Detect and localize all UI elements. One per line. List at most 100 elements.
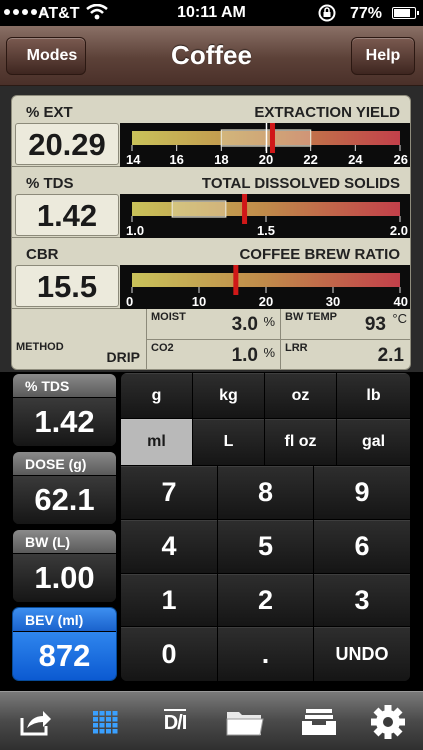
keypad: g kg oz lb ml L fl oz gal 7 8 9 4 5 6 1 …: [121, 373, 410, 681]
unit-key-lb[interactable]: lb: [337, 373, 410, 419]
files-button[interactable]: [210, 692, 280, 750]
navigation-bar: Modes Coffee Help: [0, 26, 423, 86]
co2-label: CO2: [151, 342, 174, 354]
moisture-cell[interactable]: MOIST 3.0 %: [147, 309, 281, 340]
readout-label: BEV (ml): [13, 608, 116, 632]
settings-button[interactable]: [353, 692, 423, 750]
rotation-lock-icon: [318, 4, 336, 22]
unit-key-l[interactable]: L: [193, 419, 265, 466]
extraction-yield-gauge: 14 16 18 20 22 24 26: [120, 123, 410, 167]
readout-label: DOSE (g): [13, 452, 116, 476]
meter-label: % TDS: [26, 175, 74, 192]
key-3[interactable]: 3: [314, 574, 410, 627]
gauge-tick-label: 18: [214, 152, 228, 167]
tds-readout[interactable]: % TDS 1.42: [12, 373, 117, 447]
battery-icon: [392, 7, 419, 19]
bottom-toolbar: D/I: [0, 691, 423, 750]
lrr-label: LRR: [285, 342, 308, 354]
readout-label: BW (L): [13, 530, 116, 554]
brew-ratio-meter: CBR COFFEE BREW RATIO 15.5 0 10 20 30 40: [12, 238, 410, 309]
undo-key[interactable]: UNDO: [314, 627, 410, 681]
method-cell[interactable]: METHOD DRIP: [12, 309, 147, 369]
help-button[interactable]: Help: [351, 37, 415, 75]
brew-water-temp-cell[interactable]: BW TEMP 93 °C: [281, 309, 410, 340]
share-icon: [20, 710, 51, 735]
key-5[interactable]: 5: [218, 520, 314, 574]
readout-value: 1.42: [13, 398, 116, 446]
meter-title: COFFEE BREW RATIO: [239, 246, 400, 263]
unit-key-g[interactable]: g: [121, 373, 193, 419]
gear-icon: [371, 704, 405, 739]
dose-readout[interactable]: DOSE (g) 62.1: [12, 451, 117, 525]
battery-percent: 77%: [350, 5, 383, 22]
unit-key-oz[interactable]: oz: [265, 373, 337, 419]
moisture-unit: %: [263, 314, 275, 329]
co2-unit: %: [263, 345, 275, 360]
brew-water-readout[interactable]: BW (L) 1.00: [12, 529, 117, 603]
folder-icon: [226, 711, 264, 735]
gauge-tick-label: 24: [348, 152, 363, 167]
brew-water-temp-value: 93: [364, 314, 386, 335]
unit-key-ml[interactable]: ml: [121, 419, 193, 466]
meter-label: CBR: [26, 246, 59, 263]
method-value: DRIP: [106, 349, 140, 365]
key-1[interactable]: 1: [121, 574, 218, 627]
meter-label: % EXT: [26, 104, 73, 121]
readout-value: 1.00: [13, 554, 116, 602]
meter-title: EXTRACTION YIELD: [254, 104, 400, 121]
beverage-readout[interactable]: BEV (ml) 872: [12, 607, 117, 681]
meter-title: TOTAL DISSOLVED SOLIDS: [201, 175, 400, 192]
gauge-tick-label: 10: [192, 294, 206, 309]
key-7[interactable]: 7: [121, 466, 218, 520]
unit-key-fl-oz[interactable]: fl oz: [265, 419, 337, 466]
di-icon: D/I: [163, 708, 187, 735]
share-button[interactable]: [1, 692, 71, 750]
extraction-yield-value: 20.29: [15, 123, 119, 165]
gauge-tick-label: 1.0: [126, 223, 144, 238]
tds-gauge: 1.0 1.5 2.0: [120, 194, 410, 238]
gauge-target-zone: [171, 200, 227, 218]
key-9[interactable]: 9: [314, 466, 410, 520]
key-4[interactable]: 4: [121, 520, 218, 574]
keypad-grid-icon: [93, 710, 118, 733]
brew-water-temp-unit: °C: [392, 311, 407, 326]
co2-value: 1.0: [231, 345, 258, 366]
moisture-value: 3.0: [231, 314, 258, 335]
gauge-tick-label: 26: [394, 152, 408, 167]
gauge-tick-label: 2.0: [390, 223, 408, 238]
gauge-tick-label: 30: [326, 294, 340, 309]
dose-ratio-button[interactable]: D/I: [140, 692, 210, 750]
co2-cell[interactable]: CO2 1.0 %: [147, 340, 281, 369]
gauge-tick-label: 1.5: [257, 223, 275, 238]
gauge-tick-label: 14: [126, 152, 141, 167]
key-2[interactable]: 2: [218, 574, 314, 627]
key-decimal[interactable]: .: [218, 627, 314, 681]
tds-meter: % TDS TOTAL DISSOLVED SOLIDS 1.42 1.0 1.5…: [12, 167, 410, 238]
gauge-tick-label: 0: [126, 294, 133, 309]
brew-water-temp-label: BW TEMP: [285, 311, 337, 323]
brew-ratio-value: 15.5: [15, 265, 119, 307]
inbox-button[interactable]: [284, 692, 354, 750]
gauge-tick-label: 40: [394, 294, 408, 309]
inbox-tray-icon: [302, 708, 336, 735]
gauge-needle: [233, 265, 239, 295]
moisture-label: MOIST: [151, 311, 186, 323]
status-bar: AT&T 10:11 AM 77%: [0, 0, 423, 26]
gauge-needle: [269, 123, 275, 153]
meter-panel: % EXT EXTRACTION YIELD 20.29 14 16 18 20 22 2…: [11, 95, 411, 370]
readout-value: 62.1: [13, 476, 116, 524]
key-8[interactable]: 8: [218, 466, 314, 520]
lrr-cell[interactable]: LRR 2.1: [281, 340, 410, 369]
key-6[interactable]: 6: [314, 520, 410, 574]
unit-key-kg[interactable]: kg: [193, 373, 265, 419]
key-0[interactable]: 0: [121, 627, 218, 681]
brew-ratio-gauge: 0 10 20 30 40: [120, 265, 410, 309]
gauge-tick-label: 16: [169, 152, 183, 167]
gauge-tick-label: 22: [303, 152, 317, 167]
brew-info-grid: METHOD DRIP MOIST 3.0 % CO2 1.0 % BW TEM…: [12, 309, 410, 369]
lrr-value: 2.1: [377, 345, 404, 366]
keypad-view-button[interactable]: [70, 692, 140, 750]
unit-key-gal[interactable]: gal: [337, 419, 410, 466]
method-label: METHOD: [16, 341, 64, 353]
gauge-tick-label: 20: [259, 294, 273, 309]
